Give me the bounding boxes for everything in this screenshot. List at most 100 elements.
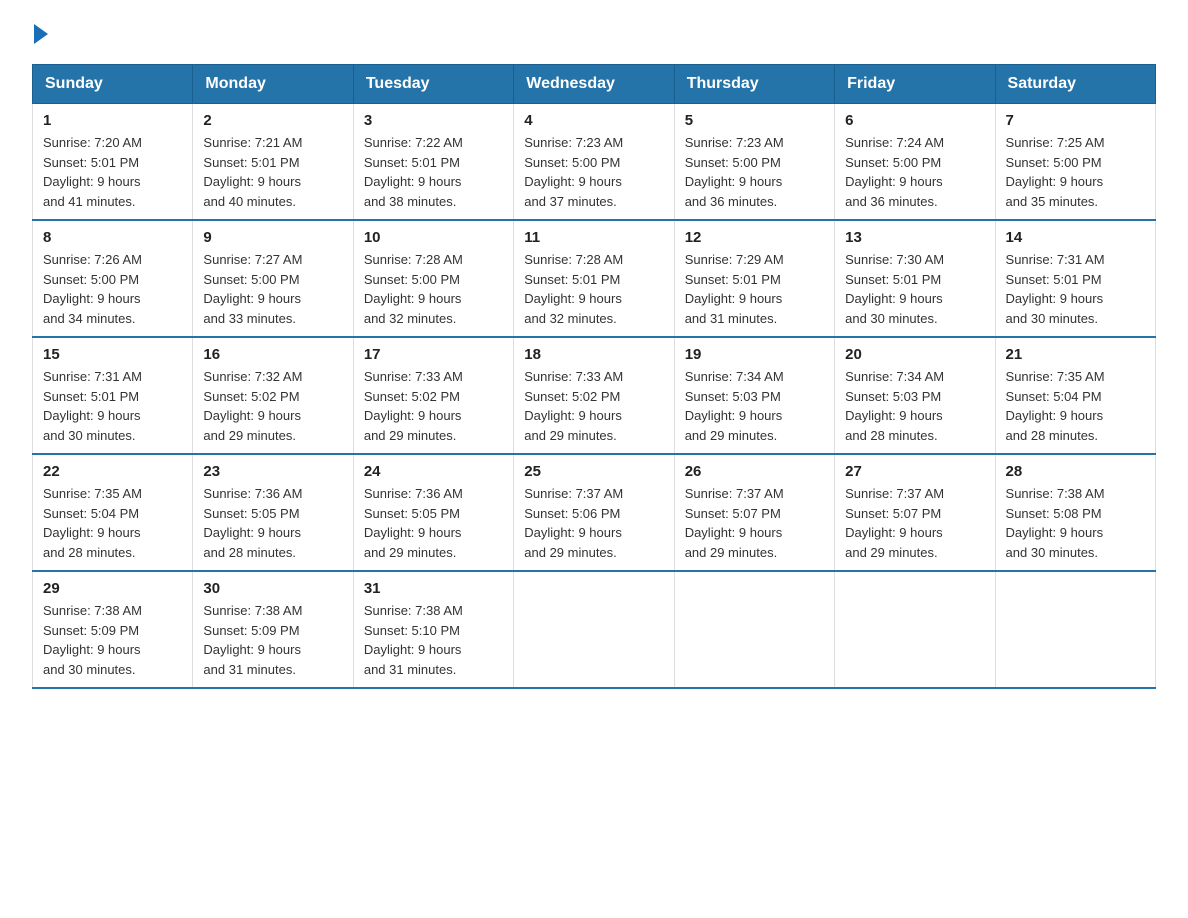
day-info: Sunrise: 7:31 AMSunset: 5:01 PMDaylight:… [43,369,142,443]
day-number: 6 [845,112,984,129]
calendar-cell: 26 Sunrise: 7:37 AMSunset: 5:07 PMDaylig… [674,454,834,571]
logo-arrow-icon [34,24,48,44]
day-info: Sunrise: 7:22 AMSunset: 5:01 PMDaylight:… [364,135,463,209]
day-number: 25 [524,463,663,480]
calendar-cell: 30 Sunrise: 7:38 AMSunset: 5:09 PMDaylig… [193,571,353,688]
day-number: 15 [43,346,182,363]
calendar-cell [995,571,1155,688]
calendar-cell [514,571,674,688]
day-number: 24 [364,463,503,480]
day-info: Sunrise: 7:38 AMSunset: 5:09 PMDaylight:… [203,603,302,677]
day-number: 10 [364,229,503,246]
day-info: Sunrise: 7:34 AMSunset: 5:03 PMDaylight:… [845,369,944,443]
calendar-week-row: 29 Sunrise: 7:38 AMSunset: 5:09 PMDaylig… [33,571,1156,688]
calendar-week-row: 1 Sunrise: 7:20 AMSunset: 5:01 PMDayligh… [33,104,1156,221]
day-number: 17 [364,346,503,363]
calendar-cell: 2 Sunrise: 7:21 AMSunset: 5:01 PMDayligh… [193,104,353,221]
calendar-cell: 15 Sunrise: 7:31 AMSunset: 5:01 PMDaylig… [33,337,193,454]
calendar-table: SundayMondayTuesdayWednesdayThursdayFrid… [32,64,1156,689]
calendar-cell: 6 Sunrise: 7:24 AMSunset: 5:00 PMDayligh… [835,104,995,221]
day-info: Sunrise: 7:26 AMSunset: 5:00 PMDaylight:… [43,252,142,326]
calendar-cell: 12 Sunrise: 7:29 AMSunset: 5:01 PMDaylig… [674,220,834,337]
day-info: Sunrise: 7:36 AMSunset: 5:05 PMDaylight:… [364,486,463,560]
calendar-cell: 23 Sunrise: 7:36 AMSunset: 5:05 PMDaylig… [193,454,353,571]
calendar-cell: 25 Sunrise: 7:37 AMSunset: 5:06 PMDaylig… [514,454,674,571]
calendar-cell: 18 Sunrise: 7:33 AMSunset: 5:02 PMDaylig… [514,337,674,454]
calendar-cell: 13 Sunrise: 7:30 AMSunset: 5:01 PMDaylig… [835,220,995,337]
day-info: Sunrise: 7:37 AMSunset: 5:06 PMDaylight:… [524,486,623,560]
day-info: Sunrise: 7:38 AMSunset: 5:08 PMDaylight:… [1006,486,1105,560]
calendar-cell: 28 Sunrise: 7:38 AMSunset: 5:08 PMDaylig… [995,454,1155,571]
day-info: Sunrise: 7:38 AMSunset: 5:10 PMDaylight:… [364,603,463,677]
calendar-cell: 1 Sunrise: 7:20 AMSunset: 5:01 PMDayligh… [33,104,193,221]
day-number: 9 [203,229,342,246]
calendar-cell: 10 Sunrise: 7:28 AMSunset: 5:00 PMDaylig… [353,220,513,337]
day-number: 29 [43,580,182,597]
day-of-week-header: Sunday [33,65,193,104]
calendar-cell: 20 Sunrise: 7:34 AMSunset: 5:03 PMDaylig… [835,337,995,454]
day-number: 18 [524,346,663,363]
calendar-cell: 11 Sunrise: 7:28 AMSunset: 5:01 PMDaylig… [514,220,674,337]
day-number: 31 [364,580,503,597]
day-number: 1 [43,112,182,129]
calendar-cell: 16 Sunrise: 7:32 AMSunset: 5:02 PMDaylig… [193,337,353,454]
day-info: Sunrise: 7:28 AMSunset: 5:01 PMDaylight:… [524,252,623,326]
day-info: Sunrise: 7:21 AMSunset: 5:01 PMDaylight:… [203,135,302,209]
day-number: 27 [845,463,984,480]
day-number: 22 [43,463,182,480]
calendar-cell: 14 Sunrise: 7:31 AMSunset: 5:01 PMDaylig… [995,220,1155,337]
day-number: 19 [685,346,824,363]
day-number: 3 [364,112,503,129]
page-header [32,24,1156,44]
calendar-week-row: 8 Sunrise: 7:26 AMSunset: 5:00 PMDayligh… [33,220,1156,337]
day-info: Sunrise: 7:32 AMSunset: 5:02 PMDaylight:… [203,369,302,443]
calendar-header: SundayMondayTuesdayWednesdayThursdayFrid… [33,65,1156,104]
day-info: Sunrise: 7:24 AMSunset: 5:00 PMDaylight:… [845,135,944,209]
calendar-cell: 5 Sunrise: 7:23 AMSunset: 5:00 PMDayligh… [674,104,834,221]
day-info: Sunrise: 7:37 AMSunset: 5:07 PMDaylight:… [685,486,784,560]
day-info: Sunrise: 7:29 AMSunset: 5:01 PMDaylight:… [685,252,784,326]
day-number: 12 [685,229,824,246]
day-info: Sunrise: 7:34 AMSunset: 5:03 PMDaylight:… [685,369,784,443]
day-number: 14 [1006,229,1145,246]
day-info: Sunrise: 7:36 AMSunset: 5:05 PMDaylight:… [203,486,302,560]
day-info: Sunrise: 7:30 AMSunset: 5:01 PMDaylight:… [845,252,944,326]
calendar-cell: 19 Sunrise: 7:34 AMSunset: 5:03 PMDaylig… [674,337,834,454]
day-info: Sunrise: 7:33 AMSunset: 5:02 PMDaylight:… [364,369,463,443]
day-info: Sunrise: 7:35 AMSunset: 5:04 PMDaylight:… [43,486,142,560]
calendar-cell: 7 Sunrise: 7:25 AMSunset: 5:00 PMDayligh… [995,104,1155,221]
day-number: 11 [524,229,663,246]
day-of-week-header: Friday [835,65,995,104]
day-number: 7 [1006,112,1145,129]
day-number: 28 [1006,463,1145,480]
day-info: Sunrise: 7:20 AMSunset: 5:01 PMDaylight:… [43,135,142,209]
day-info: Sunrise: 7:23 AMSunset: 5:00 PMDaylight:… [685,135,784,209]
calendar-cell: 22 Sunrise: 7:35 AMSunset: 5:04 PMDaylig… [33,454,193,571]
day-info: Sunrise: 7:27 AMSunset: 5:00 PMDaylight:… [203,252,302,326]
day-number: 13 [845,229,984,246]
day-of-week-header: Saturday [995,65,1155,104]
day-number: 20 [845,346,984,363]
day-info: Sunrise: 7:28 AMSunset: 5:00 PMDaylight:… [364,252,463,326]
day-number: 4 [524,112,663,129]
day-of-week-header: Tuesday [353,65,513,104]
calendar-week-row: 22 Sunrise: 7:35 AMSunset: 5:04 PMDaylig… [33,454,1156,571]
calendar-cell: 3 Sunrise: 7:22 AMSunset: 5:01 PMDayligh… [353,104,513,221]
calendar-cell: 9 Sunrise: 7:27 AMSunset: 5:00 PMDayligh… [193,220,353,337]
day-of-week-header: Monday [193,65,353,104]
calendar-header-row: SundayMondayTuesdayWednesdayThursdayFrid… [33,65,1156,104]
day-number: 16 [203,346,342,363]
day-number: 8 [43,229,182,246]
calendar-cell [835,571,995,688]
day-info: Sunrise: 7:37 AMSunset: 5:07 PMDaylight:… [845,486,944,560]
day-number: 30 [203,580,342,597]
calendar-cell: 24 Sunrise: 7:36 AMSunset: 5:05 PMDaylig… [353,454,513,571]
day-number: 5 [685,112,824,129]
calendar-cell: 21 Sunrise: 7:35 AMSunset: 5:04 PMDaylig… [995,337,1155,454]
day-number: 21 [1006,346,1145,363]
calendar-cell: 8 Sunrise: 7:26 AMSunset: 5:00 PMDayligh… [33,220,193,337]
day-info: Sunrise: 7:35 AMSunset: 5:04 PMDaylight:… [1006,369,1105,443]
day-info: Sunrise: 7:38 AMSunset: 5:09 PMDaylight:… [43,603,142,677]
calendar-cell: 17 Sunrise: 7:33 AMSunset: 5:02 PMDaylig… [353,337,513,454]
calendar-week-row: 15 Sunrise: 7:31 AMSunset: 5:01 PMDaylig… [33,337,1156,454]
